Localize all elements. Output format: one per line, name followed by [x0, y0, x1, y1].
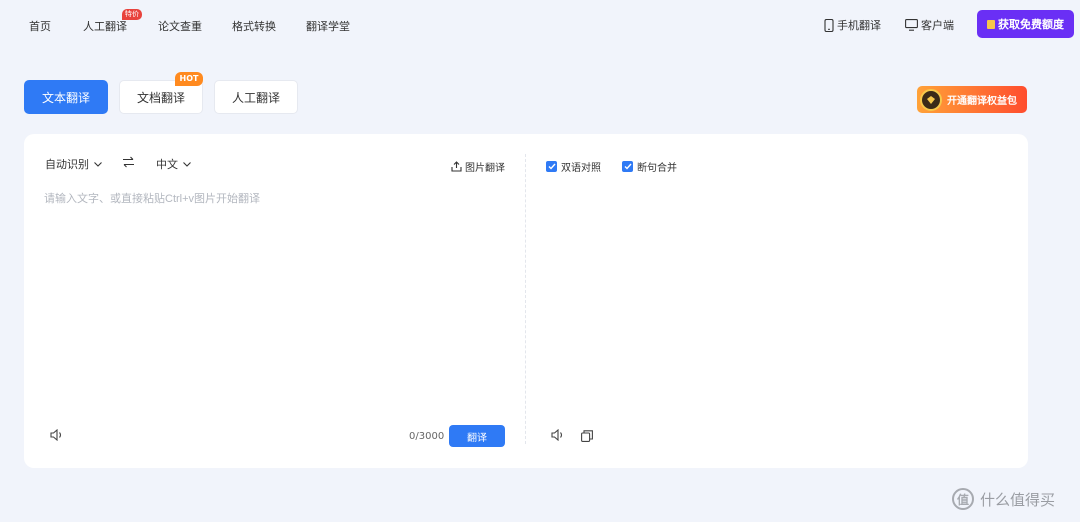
watermark-text: 什么值得买 [980, 490, 1056, 509]
gift-icon [987, 19, 995, 29]
chevron-down-icon [94, 161, 102, 167]
nav-desktop-client[interactable]: 客户端 [905, 17, 954, 33]
phone-icon [824, 18, 834, 32]
watermark: 值 什么值得买 [952, 488, 1055, 510]
chevron-down-icon [183, 161, 191, 167]
promo-label: 开通翻译权益包 [947, 96, 1017, 107]
panel-divider [525, 154, 526, 444]
nav-home[interactable]: 首页 [29, 18, 51, 34]
get-free-quota-button[interactable]: 获取免费额度 [977, 10, 1074, 38]
speaker-icon[interactable] [50, 429, 64, 441]
image-translate-label: 图片翻译 [465, 163, 505, 174]
nav-mobile-label: 手机翻译 [837, 19, 881, 32]
copy-icon[interactable] [581, 430, 593, 442]
translate-button[interactable]: 翻译 [449, 425, 505, 447]
nav-plagiarism-check[interactable]: 论文查重 [158, 18, 202, 34]
merge-sentences-label: 断句合并 [637, 163, 677, 174]
hot-badge: HOT [175, 72, 203, 86]
upload-icon [451, 161, 462, 172]
swap-languages-icon[interactable] [122, 156, 135, 168]
tab-human-translation[interactable]: 人工翻译 [214, 80, 298, 114]
tab-text-translation[interactable]: 文本翻译 [24, 80, 108, 114]
nav-client-label: 客户端 [921, 19, 954, 32]
image-translate-button[interactable]: 图片翻译 [451, 159, 505, 174]
source-text-input[interactable] [44, 190, 504, 410]
character-count: 0/3000 [409, 431, 445, 442]
target-language-label: 中文 [156, 158, 178, 171]
checkmark-icon [622, 161, 633, 172]
top-nav: 首页 人工翻译 特价 论文查重 格式转换 翻译学堂 手机翻译 客户端 获取免费额… [0, 0, 1080, 48]
nav-translation-academy[interactable]: 翻译学堂 [306, 18, 350, 34]
speaker-icon[interactable] [551, 429, 565, 441]
source-language-label: 自动识别 [45, 158, 89, 171]
nav-format-convert[interactable]: 格式转换 [232, 18, 276, 34]
target-language-select[interactable]: 中文 [156, 156, 191, 172]
merge-sentences-checkbox[interactable]: 断句合并 [622, 159, 677, 174]
source-language-select[interactable]: 自动识别 [45, 156, 102, 172]
monitor-icon [905, 19, 918, 31]
promo-benefits-button[interactable]: 开通翻译权益包 [917, 86, 1027, 113]
cta-label: 获取免费额度 [998, 18, 1064, 31]
bilingual-checkbox[interactable]: 双语对照 [546, 159, 601, 174]
medal-icon [920, 88, 942, 111]
watermark-logo: 值 [952, 488, 974, 510]
nav-mobile-translation[interactable]: 手机翻译 [824, 17, 881, 33]
translator-card: 自动识别 中文 图片翻译 双语对照 断句合并 0/3000 翻译 [24, 134, 1028, 468]
nav-human-translation[interactable]: 人工翻译 [83, 18, 127, 34]
bilingual-label: 双语对照 [561, 163, 601, 174]
sale-badge: 特价 [122, 9, 142, 20]
checkmark-icon [546, 161, 557, 172]
